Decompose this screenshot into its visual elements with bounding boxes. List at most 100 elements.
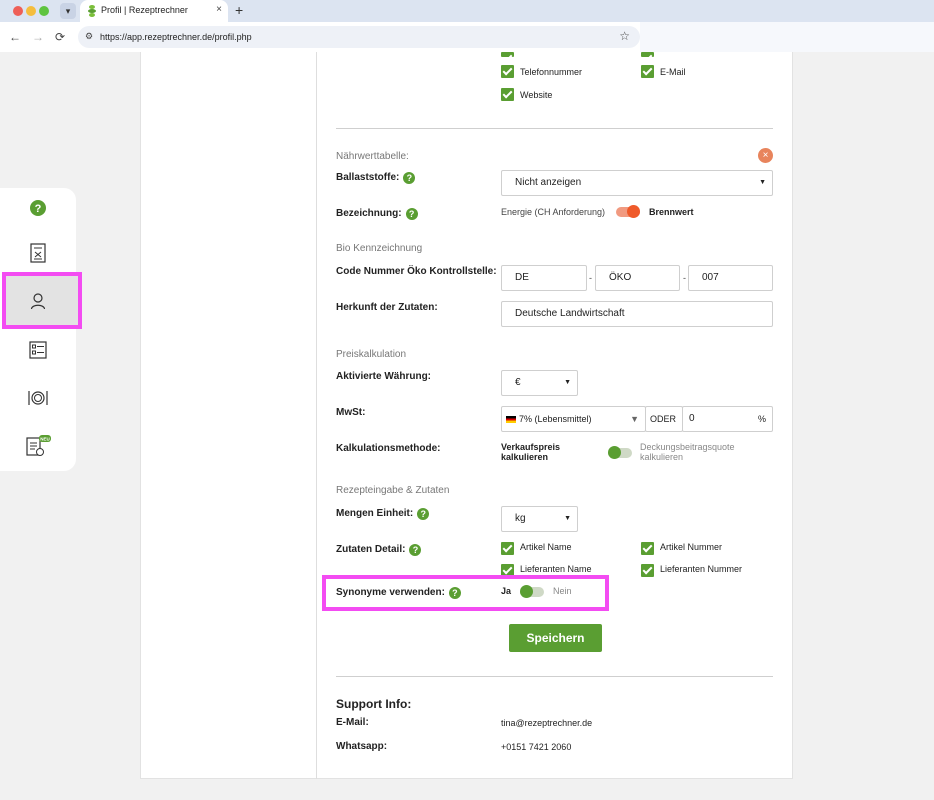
back-button[interactable]: ← xyxy=(9,30,21,44)
select-mwst[interactable]: 7% (Lebensmittel) ▼ xyxy=(501,406,646,432)
checkbox-website[interactable] xyxy=(501,88,514,101)
methode-option-right-1: Deckungsbeitragsquote xyxy=(640,442,735,452)
checkbox-lieferanten-nummer-label: Lieferanten Nummer xyxy=(660,564,743,574)
percent-unit: % xyxy=(757,414,766,424)
input-mwst-custom[interactable]: 0% xyxy=(682,406,773,432)
sidebar: ? NEU xyxy=(0,188,78,471)
chevron-down-icon: ▼ xyxy=(630,414,639,424)
site-settings-icon[interactable]: ⚙ xyxy=(85,31,93,42)
input-herkunft[interactable]: Deutsche Landwirtschaft xyxy=(501,301,773,327)
input-code-country[interactable]: DE xyxy=(501,265,587,291)
checkbox-website-label: Website xyxy=(520,90,553,100)
svg-text:?: ? xyxy=(35,203,42,215)
tab-close-icon[interactable]: × xyxy=(216,4,222,15)
support-title: Support Info: xyxy=(336,697,412,711)
oder-label: ODER xyxy=(645,406,683,432)
section-naehrwert: Nährwerttabelle: xyxy=(336,151,409,162)
code-separator: - xyxy=(589,273,592,283)
toolbar-extension-area xyxy=(640,22,934,52)
divider xyxy=(336,676,773,677)
bookmark-star-icon[interactable]: ☆ xyxy=(619,29,630,43)
help-icon[interactable]: ? xyxy=(405,208,418,220)
sidebar-item-lists[interactable] xyxy=(20,332,56,368)
methode-option-left-1: Verkaufspreis xyxy=(501,442,561,452)
address-bar[interactable]: ⚙ https://app.rezeptrechner.de/profil.ph… xyxy=(78,26,640,48)
window-close-button[interactable] xyxy=(13,6,23,16)
support-whatsapp-value[interactable]: +0151 7421 2060 xyxy=(501,742,571,752)
sidebar-item-recipes[interactable] xyxy=(20,235,56,271)
kalkulation-toggle[interactable] xyxy=(608,446,632,459)
label-waehrung: Aktivierte Währung: xyxy=(336,371,432,382)
checkbox-partial-left[interactable] xyxy=(501,52,514,57)
divider xyxy=(336,128,773,129)
reload-button[interactable]: ⟳ xyxy=(55,30,65,44)
label-mengen-einheit: Mengen Einheit:? xyxy=(336,508,430,520)
checkbox-artikel-name-label: Artikel Name xyxy=(520,542,572,552)
tab-list-button[interactable]: ▾ xyxy=(60,3,76,19)
checkbox-email[interactable] xyxy=(641,65,654,78)
checkbox-lieferanten-name-label: Lieferanten Name xyxy=(520,564,592,574)
checklist-icon xyxy=(29,341,47,359)
sidebar-item-menu[interactable] xyxy=(20,380,56,416)
help-icon[interactable]: ? xyxy=(403,172,416,184)
checkbox-lieferanten-nummer[interactable] xyxy=(641,564,654,577)
code-separator: - xyxy=(683,273,686,283)
label-zutaten-detail: Zutaten Detail:? xyxy=(336,544,422,556)
label-ballaststoffe: Ballaststoffe:? xyxy=(336,172,416,184)
checkbox-artikel-nummer[interactable] xyxy=(641,542,654,555)
german-flag-icon xyxy=(506,416,516,423)
checkbox-artikel-nummer-label: Artikel Nummer xyxy=(660,542,723,552)
save-button[interactable]: Speichern xyxy=(509,624,602,652)
recipe-document-icon xyxy=(30,243,46,263)
sidebar-item-planner[interactable]: NEU xyxy=(20,428,56,464)
input-code-oeko[interactable]: ÖKO xyxy=(595,265,680,291)
checkbox-artikel-name[interactable] xyxy=(501,542,514,555)
url-text[interactable]: https://app.rezeptrechner.de/profil.php xyxy=(100,32,252,42)
help-icon[interactable]: ? xyxy=(409,544,422,556)
help-circle-icon: ? xyxy=(30,200,46,216)
browser-toolbar: ← → ⟳ ⚙ https://app.rezeptrechner.de/pro… xyxy=(0,22,934,52)
chevron-down-icon: ▼ xyxy=(564,515,571,522)
bezeichnung-option-right: Brennwert xyxy=(649,207,694,217)
tab-bar: ▾ Profil | Rezeptrechner × + xyxy=(0,0,934,22)
clipboard-clock-icon: NEU xyxy=(26,435,51,456)
support-whatsapp-label: Whatsapp: xyxy=(336,741,388,752)
new-badge: NEU xyxy=(40,437,50,442)
toggle-knob xyxy=(627,205,640,218)
bezeichnung-toggle[interactable] xyxy=(616,205,640,218)
support-email-label: E-Mail: xyxy=(336,717,369,728)
bezeichnung-option-left: Energie (CH Anforderung) xyxy=(501,207,606,217)
plate-cutlery-icon xyxy=(28,391,48,405)
section-bio: Bio Kennzeichnung xyxy=(336,243,423,254)
chevron-down-icon: ▼ xyxy=(564,379,571,386)
checkbox-telefon[interactable] xyxy=(501,65,514,78)
support-email-value[interactable]: tina@rezeptrechner.de xyxy=(501,718,592,728)
label-kalkulationsmethode: Kalkulationsmethode: xyxy=(336,443,441,454)
methode-option-left-2: kalkulieren xyxy=(501,452,549,462)
browser-chrome: ▾ Profil | Rezeptrechner × + ← → ⟳ ⚙ htt… xyxy=(0,0,934,52)
column-divider xyxy=(316,52,317,779)
checkbox-telefon-label: Telefonnummer xyxy=(520,67,583,77)
rezeptrechner-favicon-icon xyxy=(88,5,96,17)
select-waehrung[interactable]: € ▼ xyxy=(501,370,578,396)
checkbox-email-label: E-Mail xyxy=(660,67,686,77)
section-preis: Preiskalkulation xyxy=(336,349,407,360)
select-ballaststoffe[interactable]: Nicht anzeigen ▼ xyxy=(501,170,773,196)
close-section-icon[interactable]: × xyxy=(758,148,773,163)
checkbox-partial-right[interactable] xyxy=(641,52,654,57)
profile-highlight-frame xyxy=(2,272,82,329)
select-mengen-einheit[interactable]: kg ▼ xyxy=(501,506,578,532)
label-mwst: MwSt: xyxy=(336,407,366,418)
help-icon[interactable]: ? xyxy=(417,508,430,520)
input-code-number[interactable]: 007 xyxy=(688,265,773,291)
new-tab-button[interactable]: + xyxy=(235,2,243,18)
browser-tab[interactable]: Profil | Rezeptrechner × xyxy=(80,0,228,22)
tab-title: Profil | Rezeptrechner xyxy=(101,5,188,15)
label-herkunft: Herkunft der Zutaten: xyxy=(336,302,438,313)
sidebar-item-help[interactable]: ? xyxy=(20,190,56,226)
forward-button[interactable]: → xyxy=(32,30,44,44)
label-bezeichnung: Bezeichnung:? xyxy=(336,208,418,220)
window-zoom-button[interactable] xyxy=(39,6,49,16)
window-minimize-button[interactable] xyxy=(26,6,36,16)
chevron-down-icon: ▼ xyxy=(759,179,766,186)
